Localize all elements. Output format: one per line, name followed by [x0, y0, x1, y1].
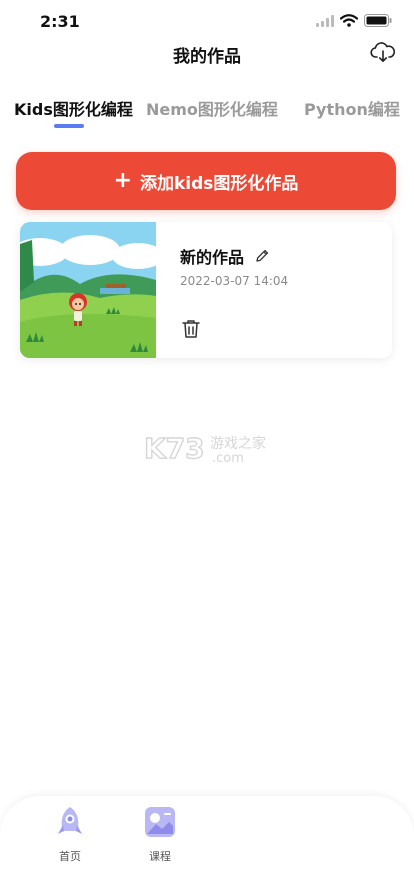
battery-icon: [364, 14, 392, 27]
card-title-row: 新的作品: [180, 244, 270, 268]
work-thumbnail[interactable]: [20, 222, 156, 358]
watermark-logo: K73 游戏之家 .com: [143, 432, 266, 466]
bottom-tab-course-label: 课程: [149, 850, 171, 863]
add-work-label: 添加kids图形化作品: [140, 173, 299, 194]
rocket-icon: [58, 807, 82, 834]
tab-kids[interactable]: Kids图形化编程: [14, 96, 133, 120]
watermark-domain: .com: [212, 451, 244, 466]
pencil-icon[interactable]: [254, 248, 270, 264]
watermark-sub: 游戏之家: [210, 435, 266, 452]
tab-python[interactable]: Python编程: [304, 96, 400, 120]
status-icons: [316, 14, 392, 27]
signal-icon: [316, 14, 334, 27]
tab-indicator: [54, 124, 84, 128]
plus-icon: +: [113, 168, 132, 193]
bottom-tab-bar: 首页 课程: [0, 796, 414, 896]
page-title: 我的作品: [173, 47, 241, 67]
work-date: 2022-03-07 14:04: [180, 274, 289, 288]
bottom-tab-home-label: 首页: [59, 850, 81, 863]
status-time: 2:31: [40, 12, 80, 31]
work-card[interactable]: 新的作品 2022-03-07 14:04: [20, 222, 392, 358]
trash-icon[interactable]: [180, 318, 202, 340]
tab-nemo[interactable]: Nemo图形化编程: [146, 96, 278, 120]
course-icon: [145, 807, 175, 837]
wifi-icon: [340, 14, 358, 27]
tab-bar: Kids图形化编程 Nemo图形化编程 Python编程: [0, 88, 414, 132]
work-title: 新的作品: [180, 248, 245, 267]
bottom-tab-course[interactable]: 课程: [130, 804, 190, 864]
nav-bar: 我的作品: [0, 36, 414, 72]
bottom-tab-home[interactable]: 首页: [40, 804, 100, 864]
cloud-download-icon[interactable]: [370, 40, 396, 66]
watermark-text: K73: [144, 432, 205, 465]
add-work-button[interactable]: + 添加kids图形化作品: [16, 152, 396, 210]
